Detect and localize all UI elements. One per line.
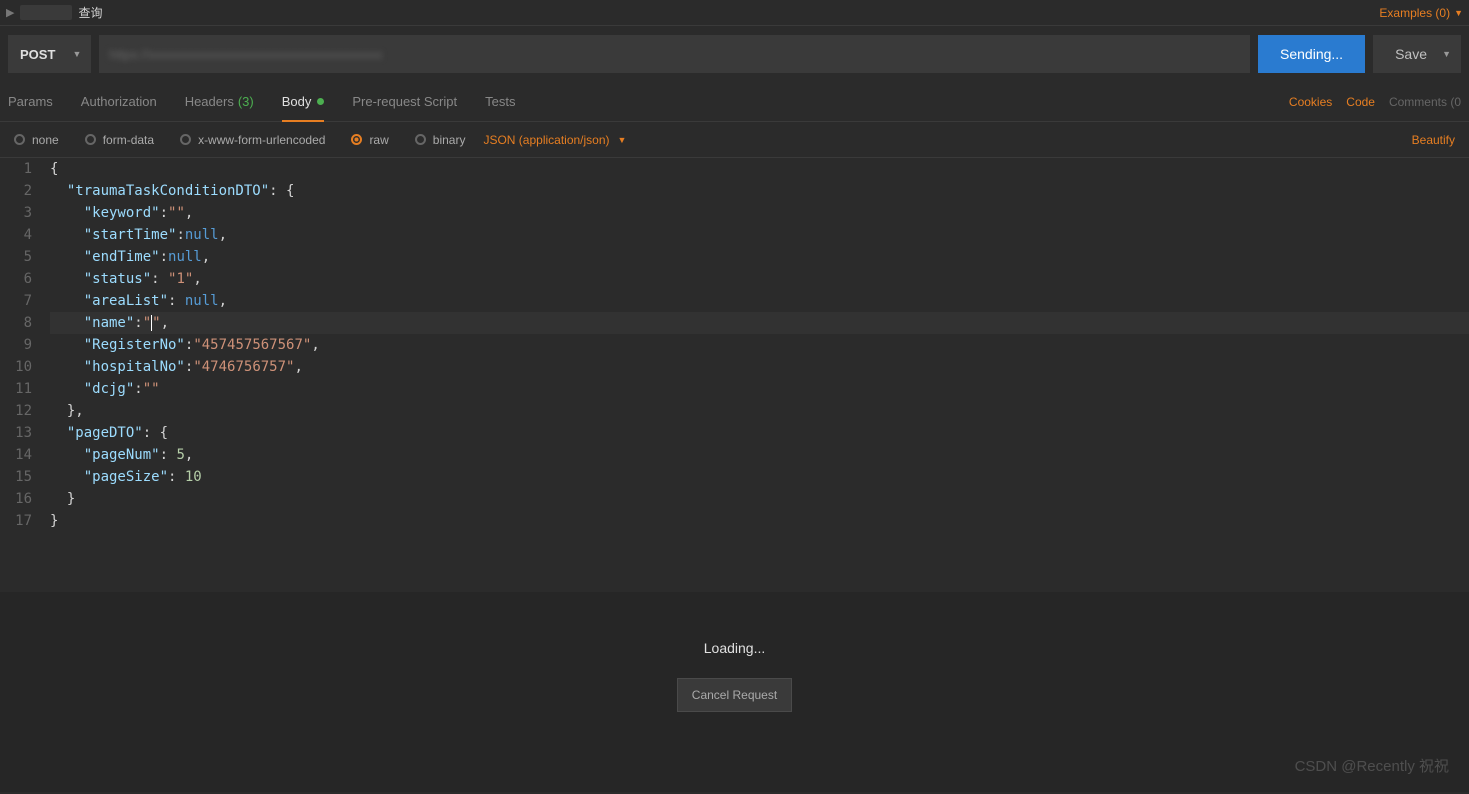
tab-body[interactable]: Body <box>282 82 325 121</box>
tab-bar: ▶ xxxxxxxx 查询 Examples (0) ▼ <box>0 0 1469 26</box>
radio-label: none <box>32 133 59 147</box>
cancel-request-button[interactable]: Cancel Request <box>677 678 792 712</box>
tab-body-label: Body <box>282 94 312 109</box>
radio-label: x-www-form-urlencoded <box>198 133 325 147</box>
save-button[interactable]: Save ▼ <box>1373 35 1461 73</box>
tab-params[interactable]: Params <box>8 82 53 121</box>
caret-down-icon: ▼ <box>1454 8 1463 18</box>
caret-down-icon: ▼ <box>1442 49 1451 59</box>
save-label: Save <box>1395 46 1427 62</box>
radio-icon <box>180 134 191 145</box>
tab-prerequest[interactable]: Pre-request Script <box>352 82 457 121</box>
comments-link[interactable]: Comments (0 <box>1389 95 1461 109</box>
tab-tests[interactable]: Tests <box>485 82 515 121</box>
tab-headers-label: Headers <box>185 94 234 109</box>
url-input[interactable]: https://xxxxxxxxxxxxxxxxxxxxxxxxxxxxxxxx… <box>99 35 1250 73</box>
http-method-select[interactable]: POST ▼ <box>8 35 91 73</box>
radio-icon <box>14 134 25 145</box>
request-tabs: Params Authorization Headers (3) Body Pr… <box>0 82 1469 122</box>
radio-binary[interactable]: binary <box>415 133 466 147</box>
radio-icon <box>85 134 96 145</box>
line-gutter: 1234567891011121314151617 <box>0 158 42 532</box>
radio-icon <box>351 134 362 145</box>
response-panel: Loading... Cancel Request <box>0 592 1469 792</box>
loading-text: Loading... <box>704 640 766 656</box>
code-editor[interactable]: 1234567891011121314151617 { "traumaTaskC… <box>0 158 1469 532</box>
radio-label: form-data <box>103 133 154 147</box>
code-link[interactable]: Code <box>1346 95 1375 109</box>
radio-icon <box>415 134 426 145</box>
tab-title-prefix: xxxxxxxx <box>20 5 72 20</box>
radio-none[interactable]: none <box>14 133 59 147</box>
cookies-link[interactable]: Cookies <box>1289 95 1332 109</box>
tab-headers[interactable]: Headers (3) <box>185 82 254 121</box>
headers-count-badge: (3) <box>238 94 254 109</box>
caret-down-icon: ▼ <box>72 49 81 59</box>
tab-authorization[interactable]: Authorization <box>81 82 157 121</box>
radio-label: raw <box>369 133 388 147</box>
beautify-link[interactable]: Beautify <box>1412 133 1455 147</box>
content-type-dropdown[interactable]: JSON (application/json) ▼ <box>483 133 626 147</box>
examples-dropdown[interactable]: Examples (0) ▼ <box>1379 6 1463 20</box>
body-type-options: none form-data x-www-form-urlencoded raw… <box>0 122 1469 158</box>
chevron-right-icon: ▶ <box>6 6 14 19</box>
radio-xwww[interactable]: x-www-form-urlencoded <box>180 133 325 147</box>
tab-title[interactable]: 查询 <box>78 4 102 21</box>
url-value: https://xxxxxxxxxxxxxxxxxxxxxxxxxxxxxxxx… <box>109 47 382 62</box>
radio-formdata[interactable]: form-data <box>85 133 154 147</box>
content-type-label: JSON (application/json) <box>483 133 609 147</box>
http-method-label: POST <box>20 47 55 62</box>
code-content[interactable]: { "traumaTaskConditionDTO": { "keyword":… <box>42 158 1469 532</box>
radio-raw[interactable]: raw <box>351 133 388 147</box>
caret-down-icon: ▼ <box>618 135 627 145</box>
request-bar: POST ▼ https://xxxxxxxxxxxxxxxxxxxxxxxxx… <box>0 26 1469 82</box>
body-indicator-dot <box>317 98 324 105</box>
radio-label: binary <box>433 133 466 147</box>
examples-label: Examples (0) <box>1379 6 1450 20</box>
send-button[interactable]: Sending... <box>1258 35 1365 73</box>
